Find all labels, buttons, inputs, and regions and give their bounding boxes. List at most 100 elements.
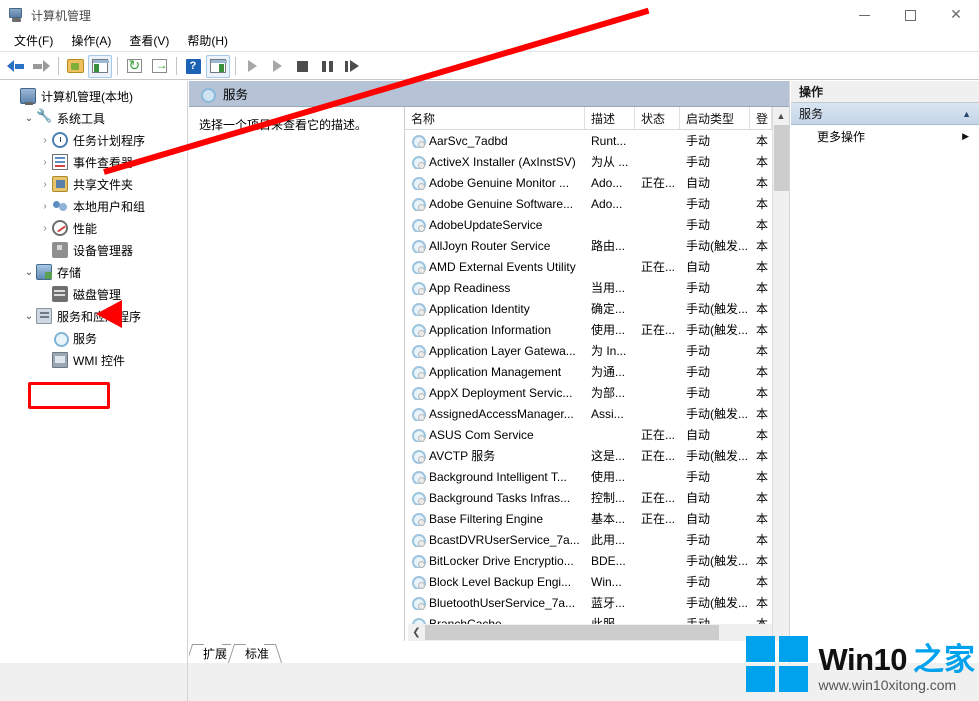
table-row[interactable]: Background Tasks Infras... 控制... 正在... 自动 本	[405, 487, 789, 508]
service-name-cell: AdobeUpdateService	[405, 218, 585, 232]
table-row[interactable]: AMD External Events Utility 正在... 自动 本	[405, 256, 789, 277]
table-row[interactable]: BluetoothUserService_7a... 蓝牙... 手动(触发... 本	[405, 592, 789, 613]
results-header: 服务	[189, 81, 789, 107]
back-arrow-icon[interactable]	[4, 55, 28, 78]
service-logon-cell: 本	[756, 428, 769, 442]
table-row[interactable]: Application Identity 确定... 手动(触发... 本	[405, 298, 789, 319]
menu-view[interactable]: 查看(V)	[120, 30, 178, 51]
pause-service-icon[interactable]	[315, 55, 339, 78]
minimize-button[interactable]	[841, 0, 887, 30]
help-icon[interactable]: ?	[181, 55, 205, 78]
table-row[interactable]: Adobe Genuine Monitor ... Ado... 正在... 自动 本	[405, 172, 789, 193]
table-row[interactable]: Application Layer Gatewa... 为 In... 手动 本	[405, 340, 789, 361]
menu-file[interactable]: 文件(F)	[5, 30, 62, 51]
show-hide-console-tree-icon[interactable]	[88, 54, 112, 78]
service-startup-cell: 手动	[686, 281, 711, 295]
service-name-cell: Background Intelligent T...	[405, 470, 585, 484]
chevron-right-icon[interactable]: ›	[38, 223, 52, 234]
tree-task-scheduler[interactable]: › 任务计划程序	[0, 129, 187, 151]
chevron-down-icon[interactable]: ⌄	[22, 311, 36, 322]
table-row[interactable]: ActiveX Installer (AxInstSV) 为从 ... 手动 本	[405, 151, 789, 172]
service-logon-cell: 本	[756, 491, 769, 505]
service-description-cell: 路由...	[591, 239, 626, 253]
service-name-cell: AMD External Events Utility	[405, 260, 585, 274]
vertical-scrollbar[interactable]: ▲	[772, 107, 789, 641]
service-name-label: Application Information	[429, 322, 552, 337]
table-row[interactable]: AVCTP 服务 这是... 正在... 手动(触发... 本	[405, 445, 789, 466]
tree-performance[interactable]: › 性能	[0, 217, 187, 239]
tree-services-and-applications[interactable]: ⌄ 服务和应用程序	[0, 305, 187, 327]
column-description[interactable]: 描述	[585, 107, 635, 129]
tree-storage[interactable]: ⌄ 存储	[0, 261, 187, 283]
table-row[interactable]: AppX Deployment Servic... 为部... 手动 本	[405, 382, 789, 403]
start-service-icon[interactable]	[240, 55, 264, 78]
table-row[interactable]: Adobe Genuine Software... Ado... 手动 本	[405, 193, 789, 214]
column-startup-type[interactable]: 启动类型	[680, 107, 750, 129]
tree-event-viewer[interactable]: › 事件查看器	[0, 151, 187, 173]
menu-help[interactable]: 帮助(H)	[178, 30, 237, 51]
collapse-chevron-icon[interactable]: ▲	[962, 109, 971, 119]
column-status[interactable]: 状态	[635, 107, 680, 129]
table-row[interactable]: AarSvc_7adbd Runt... 手动 本	[405, 130, 789, 151]
tree-shared-folders[interactable]: › 共享文件夹	[0, 173, 187, 195]
window-controls: ✕	[841, 0, 979, 30]
maximize-button[interactable]	[887, 0, 933, 30]
chevron-right-icon[interactable]: ›	[38, 201, 52, 212]
tree-item-label: 计算机管理(本地)	[41, 89, 133, 104]
tree-device-manager[interactable]: 设备管理器	[0, 239, 187, 261]
chevron-down-icon[interactable]: ⌄	[22, 113, 36, 124]
chevron-right-icon[interactable]: ›	[38, 135, 52, 146]
service-logon-cell: 本	[756, 155, 769, 169]
table-row[interactable]: Application Management 为通... 手动 本	[405, 361, 789, 382]
table-row[interactable]: BitLocker Drive Encryptio... BDE... 手动(触发.…	[405, 550, 789, 571]
show-hide-action-pane-icon[interactable]	[206, 54, 230, 78]
table-row[interactable]: AssignedAccessManager... Assi... 手动(触发... 本	[405, 403, 789, 424]
horizontal-scroll-thumb[interactable]	[425, 625, 719, 640]
tree-wmi-control[interactable]: WMI 控件	[0, 349, 187, 371]
close-button[interactable]: ✕	[933, 0, 979, 30]
tree-disk-management[interactable]: 磁盘管理	[0, 283, 187, 305]
export-list-icon[interactable]	[147, 55, 171, 78]
table-row[interactable]: Background Intelligent T... 使用... 手动 本	[405, 466, 789, 487]
service-gear-icon	[411, 365, 426, 379]
service-gear-icon	[411, 512, 426, 526]
service-name-label: AMD External Events Utility	[429, 259, 576, 274]
table-row[interactable]: AllJoyn Router Service 路由... 手动(触发... 本	[405, 235, 789, 256]
resume-service-icon[interactable]	[265, 55, 289, 78]
service-logon-cell: 本	[756, 407, 769, 421]
table-row[interactable]: Block Level Backup Engi... Win... 手动 本	[405, 571, 789, 592]
table-row[interactable]: Application Information 使用... 正在... 手动(触发..…	[405, 319, 789, 340]
tab-standard[interactable]: 标准	[227, 644, 283, 663]
chevron-down-icon[interactable]: ⌄	[22, 267, 36, 278]
service-description-cell: 为通...	[591, 365, 626, 379]
menu-action[interactable]: 操作(A)	[62, 30, 120, 51]
tree-services[interactable]: 服务	[0, 327, 187, 349]
service-name-cell: BitLocker Drive Encryptio...	[405, 554, 585, 568]
column-name[interactable]: 名称	[405, 107, 585, 129]
restart-service-icon[interactable]	[340, 55, 364, 78]
table-row[interactable]: App Readiness 当用... 手动 本	[405, 277, 789, 298]
tree-system-tools[interactable]: ⌄ 系统工具	[0, 107, 187, 129]
horizontal-scrollbar[interactable]: ❮	[408, 624, 772, 641]
service-logon-cell: 本	[756, 365, 769, 379]
table-row[interactable]: BcastDVRUserService_7a... 此用... 手动 本	[405, 529, 789, 550]
tree-computer-management-local[interactable]: 计算机管理(本地)	[0, 85, 187, 107]
action-more-actions[interactable]: 更多操作 ▶	[791, 125, 979, 147]
tree-local-users-and-groups[interactable]: › 本地用户和组	[0, 195, 187, 217]
table-row[interactable]: Base Filtering Engine 基本... 正在... 自动 本	[405, 508, 789, 529]
table-row[interactable]: AdobeUpdateService 手动 本	[405, 214, 789, 235]
chevron-right-icon[interactable]: ›	[38, 157, 52, 168]
scroll-left-button[interactable]: ❮	[408, 624, 425, 641]
vertical-scroll-thumb[interactable]	[774, 125, 789, 191]
table-row[interactable]: ASUS Com Service 正在... 自动 本	[405, 424, 789, 445]
stop-service-icon[interactable]	[290, 55, 314, 78]
column-logon-as[interactable]: 登	[750, 107, 772, 129]
up-folder-icon[interactable]	[63, 55, 87, 78]
actions-group-services[interactable]: 服务 ▲	[791, 103, 979, 125]
forward-arrow-icon[interactable]	[29, 55, 53, 78]
actions-pane-title: 操作	[791, 81, 979, 103]
service-startup-cell: 手动	[686, 575, 711, 589]
chevron-right-icon[interactable]: ›	[38, 179, 52, 190]
refresh-icon[interactable]	[122, 55, 146, 78]
scroll-up-button[interactable]: ▲	[773, 107, 789, 124]
